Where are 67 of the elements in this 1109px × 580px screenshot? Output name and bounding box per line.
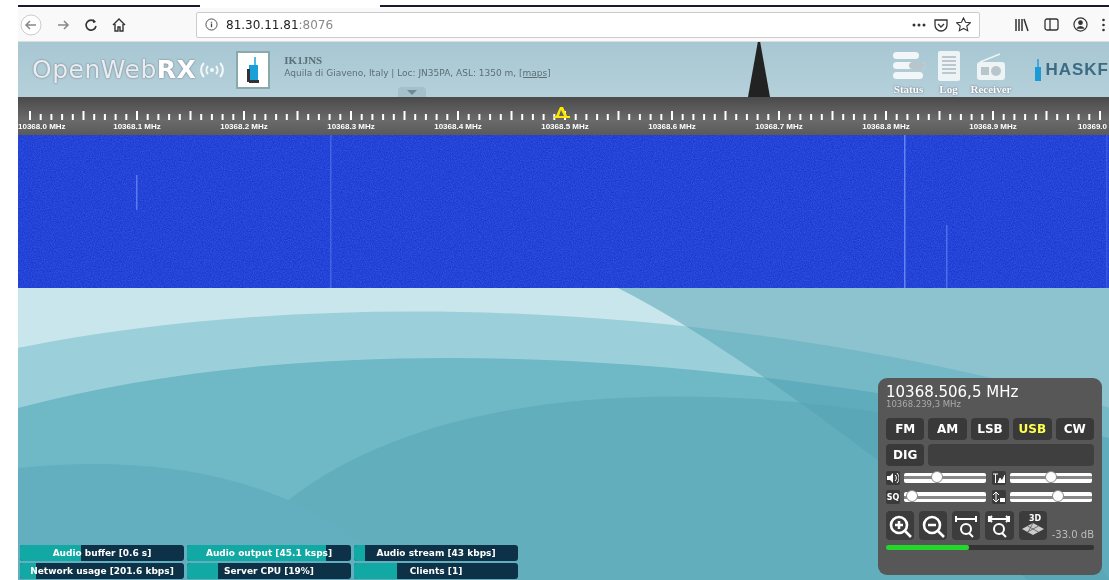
- waterfall-icon: [992, 471, 1006, 485]
- frequency-label: 10368.9 MHz: [969, 122, 1017, 131]
- zoom-out-button[interactable]: [919, 511, 948, 540]
- sponsor-logo: HASKF: [1033, 58, 1109, 81]
- info-icon[interactable]: [205, 18, 218, 31]
- receiver-callsign: IK1JNS: [284, 53, 324, 66]
- caret-icon: [407, 89, 417, 95]
- mode-button[interactable]: CW: [1055, 418, 1094, 440]
- passband-marker[interactable]: [554, 107, 570, 118]
- frequency-label: 10368.0 MHz: [18, 122, 66, 131]
- gain-slider[interactable]: [1010, 492, 1092, 502]
- account-icon[interactable]: [1073, 17, 1088, 32]
- center-frequency: 10368.239,3 MHz: [886, 400, 962, 409]
- receiver-location: Aquila di Giaveno, Italy | Loc: JN35PA, ASL: 1350 m, [maps]: [284, 67, 551, 78]
- signal-level-reading: -33.0 dB: [1051, 529, 1094, 540]
- zoom-full-button[interactable]: [985, 511, 1014, 540]
- 3d-view-button[interactable]: 3D: [1018, 511, 1047, 540]
- volume-slider[interactable]: [904, 473, 986, 483]
- slider-thumb[interactable]: [1045, 471, 1057, 483]
- address-bar[interactable]: 81.30.11.81:8076: [196, 11, 980, 38]
- radio-avatar-icon: [236, 50, 271, 89]
- status-bar: Audio buffer [0.6 s]: [20, 545, 184, 561]
- forward-icon[interactable]: [56, 17, 70, 32]
- frequency-label: 10368.7 MHz: [755, 122, 803, 131]
- zoom-in-button[interactable]: [886, 511, 915, 540]
- library-icon[interactable]: [1014, 17, 1030, 32]
- mode-button[interactable]: AM: [928, 418, 967, 440]
- status-bar: Server CPU [19%]: [187, 563, 351, 579]
- arrows-icon: [992, 490, 1006, 504]
- mode-button[interactable]: FM: [886, 418, 925, 440]
- status-bar: Audio stream [43 kbps]: [354, 545, 518, 561]
- frequency-label: 10368.2 MHz: [220, 122, 268, 131]
- frequency-label: 10368.5 MHz: [541, 122, 589, 131]
- status-bar: Clients [1]: [354, 563, 518, 579]
- slider-thumb[interactable]: [1052, 490, 1064, 502]
- more-icon[interactable]: [912, 22, 926, 27]
- slider-thumb[interactable]: [930, 471, 943, 483]
- frequency-label: 10368.4 MHz: [434, 122, 482, 131]
- openwebrx-logo: OpenWebRX: [32, 55, 225, 84]
- status-bar: Audio output [45.1 ksps]: [187, 545, 351, 561]
- url-host: 81.30.11.81: [226, 17, 299, 32]
- squelch-slider[interactable]: [904, 492, 986, 502]
- slider-thumb[interactable]: [906, 490, 919, 502]
- waterfall-slider[interactable]: [1010, 473, 1092, 483]
- frequency-label: 10368.6 MHz: [648, 122, 696, 131]
- bars-icon: [890, 50, 927, 82]
- star-icon[interactable]: [956, 17, 971, 32]
- pocket-icon[interactable]: [934, 17, 948, 32]
- url-port: :8076: [298, 17, 334, 32]
- status-bar: Network usage [201.6 kbps]: [20, 563, 184, 579]
- speaker-icon: [886, 471, 900, 485]
- home-icon[interactable]: [112, 17, 126, 32]
- frequency-label: 10369.0: [1078, 122, 1107, 131]
- mode-button[interactable]: DIG: [886, 444, 925, 466]
- frequency-label: 10368.3 MHz: [327, 122, 375, 131]
- zoom-band-button[interactable]: [952, 511, 981, 540]
- frequency-label: 10368.1 MHz: [113, 122, 161, 131]
- mode-button[interactable]: USB: [1013, 418, 1052, 440]
- frequency-label: 10368.8 MHz: [862, 122, 910, 131]
- sidebar-icon[interactable]: [1044, 18, 1059, 31]
- squelch-label: SQ: [886, 490, 900, 504]
- document-icon: [936, 50, 961, 82]
- radio-icon: [975, 52, 1006, 82]
- mode-button[interactable]: LSB: [970, 418, 1010, 440]
- menu-icon[interactable]: [1102, 17, 1105, 32]
- tuned-frequency: 10368.506,5 MHz: [886, 384, 1020, 400]
- reload-icon[interactable]: [84, 17, 98, 32]
